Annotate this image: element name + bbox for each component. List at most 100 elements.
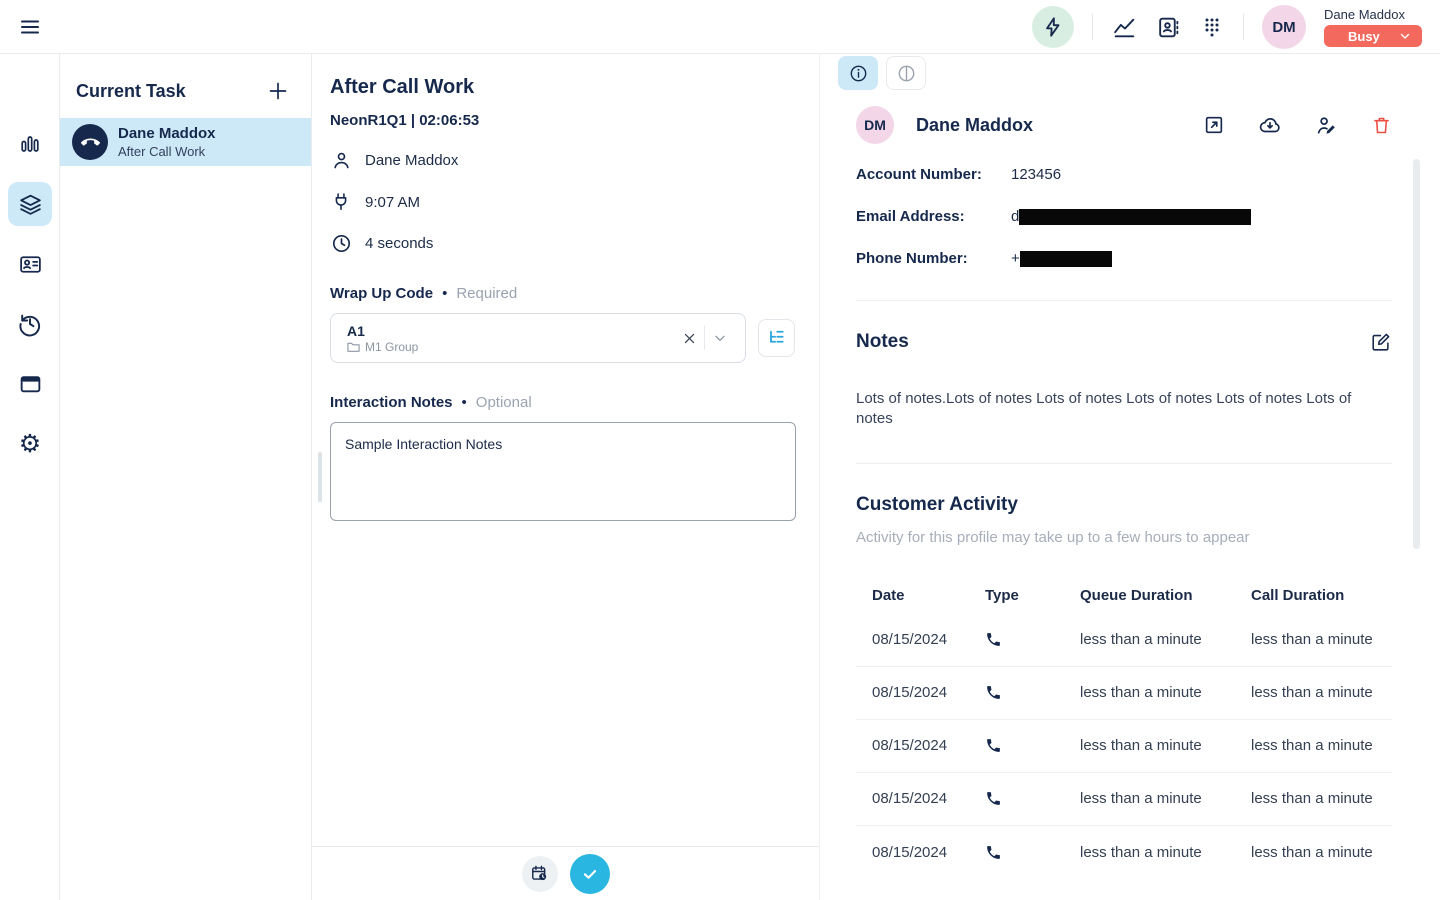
- lightning-bolt-icon: [1042, 16, 1064, 38]
- nav-stats-icon[interactable]: [8, 122, 52, 166]
- open-profile-button[interactable]: [1203, 114, 1225, 136]
- account-number-label: Account Number:: [856, 166, 1011, 183]
- contact-panel-tabs: [820, 54, 1440, 90]
- task-item-texts: Dane Maddox After Call Work: [118, 125, 216, 159]
- nav-queues-icon[interactable]: [8, 182, 52, 226]
- task-detail-panel: After Call Work NeonR1Q1 | 02:06:53 Dane…: [312, 54, 820, 900]
- nav-browser-icon[interactable]: [8, 362, 52, 406]
- column-header-type: Type: [985, 587, 1080, 604]
- cell-queue-duration: less than a minute: [1080, 844, 1251, 861]
- user-avatar[interactable]: DM: [1262, 5, 1306, 49]
- cell-date: 08/15/2024: [872, 790, 985, 807]
- bullet-separator: •: [442, 285, 447, 302]
- edit-contact-button[interactable]: [1315, 114, 1338, 137]
- user-name: Dane Maddox: [1324, 7, 1405, 22]
- email-prefix: d: [1011, 208, 1019, 225]
- status-dropdown[interactable]: Busy: [1324, 25, 1422, 47]
- check-icon: [580, 864, 600, 884]
- cell-queue-duration: less than a minute: [1080, 684, 1251, 701]
- meta-contact-name: Dane Maddox: [365, 152, 458, 169]
- nav-contacts-icon[interactable]: [8, 242, 52, 286]
- nav-settings-icon[interactable]: ⚙: [8, 422, 52, 466]
- current-task-title: Current Task: [76, 81, 186, 102]
- activity-table-row[interactable]: 08/15/2024 less than a minute less than …: [856, 826, 1392, 879]
- calendar-clock-icon: [530, 864, 549, 883]
- edit-pencil-icon: [1370, 331, 1392, 353]
- left-nav-rail: ⚙: [0, 54, 60, 900]
- select-chevron-down-icon[interactable]: [705, 324, 735, 352]
- cell-date: 08/15/2024: [872, 737, 985, 754]
- wrap-up-code-select[interactable]: A1 M1 Group: [330, 313, 746, 363]
- tab-insights[interactable]: [886, 56, 926, 90]
- cell-date: 08/15/2024: [872, 684, 985, 701]
- add-task-button[interactable]: [265, 78, 291, 104]
- wrap-up-group: M1 Group: [365, 340, 418, 354]
- delete-contact-button[interactable]: [1371, 115, 1392, 136]
- notes-title: Notes: [856, 331, 909, 353]
- current-task-header: Current Task: [60, 54, 311, 104]
- tree-list-icon: [766, 328, 786, 348]
- bullet-separator: •: [462, 394, 467, 411]
- notes-section-header: Notes: [820, 301, 1440, 353]
- chevron-down-icon: [1398, 29, 1412, 43]
- left-splitter-handle[interactable]: [318, 452, 322, 502]
- tab-info[interactable]: [838, 56, 878, 90]
- notes-body: Lots of notes.Lots of notes Lots of note…: [820, 353, 1440, 430]
- top-bar: DM Dane Maddox Busy: [0, 0, 1440, 54]
- cell-call-duration: less than a minute: [1251, 844, 1392, 861]
- topbar-actions: DM Dane Maddox Busy: [1032, 0, 1422, 54]
- quick-actions-button[interactable]: [1032, 6, 1074, 48]
- user-block: Dane Maddox Busy: [1324, 7, 1422, 47]
- gear-icon: ⚙: [19, 432, 41, 457]
- cell-date: 08/15/2024: [872, 844, 985, 861]
- required-badge: Required: [456, 285, 517, 302]
- call-end-icon: [72, 124, 108, 160]
- activity-table-row[interactable]: 08/15/2024 less than a minute less than …: [856, 720, 1392, 773]
- account-number-row: Account Number: 123456: [856, 166, 1392, 183]
- download-contact-button[interactable]: [1258, 113, 1282, 137]
- activity-section-header: Customer Activity: [820, 464, 1440, 516]
- activity-table-row[interactable]: 08/15/2024 less than a minute less than …: [856, 614, 1392, 667]
- phone-number-row: Phone Number: +: [856, 250, 1392, 267]
- external-link-icon: [1203, 114, 1225, 136]
- trash-icon: [1371, 115, 1392, 136]
- contact-name: Dane Maddox: [916, 115, 1033, 136]
- dialpad-icon[interactable]: [1199, 14, 1225, 40]
- nav-history-icon[interactable]: [8, 302, 52, 346]
- cell-call-duration: less than a minute: [1251, 790, 1392, 807]
- phone-call-icon: [985, 790, 1080, 807]
- activity-table-row[interactable]: 08/15/2024 less than a minute less than …: [856, 773, 1392, 826]
- edit-notes-button[interactable]: [1370, 331, 1392, 353]
- email-address-row: Email Address: d: [856, 208, 1392, 225]
- person-icon: [330, 150, 352, 171]
- wrap-up-value: A1: [347, 323, 676, 339]
- optional-badge: Optional: [476, 394, 532, 411]
- right-panel-scrollbar[interactable]: [1413, 159, 1420, 549]
- phone-call-icon: [985, 631, 1080, 648]
- interaction-notes-input[interactable]: [330, 422, 796, 521]
- column-header-queue-duration: Queue Duration: [1080, 587, 1251, 604]
- browse-codes-tree-button[interactable]: [758, 319, 795, 357]
- activity-table-row[interactable]: 08/15/2024 less than a minute less than …: [856, 667, 1392, 720]
- contacts-icon[interactable]: [1155, 14, 1181, 40]
- queue-and-timer: NeonR1Q1 | 02:06:53: [330, 112, 795, 129]
- schedule-callback-button[interactable]: [522, 856, 558, 892]
- wrap-up-code-label: Wrap Up Code: [330, 285, 433, 302]
- cloud-download-icon: [1258, 113, 1282, 137]
- customer-activity-title: Customer Activity: [856, 494, 1018, 516]
- complete-task-button[interactable]: [570, 854, 610, 894]
- clear-selection-icon[interactable]: [676, 324, 704, 352]
- task-list-item[interactable]: Dane Maddox After Call Work: [60, 118, 311, 166]
- hamburger-menu-icon[interactable]: [16, 13, 44, 41]
- column-header-date: Date: [872, 587, 985, 604]
- cell-queue-duration: less than a minute: [1080, 790, 1251, 807]
- cell-call-duration: less than a minute: [1251, 737, 1392, 754]
- meta-start-time: 9:07 AM: [365, 194, 420, 211]
- contact-meta-row: Dane Maddox: [330, 150, 795, 171]
- plug-icon: [330, 192, 352, 212]
- interaction-notes-label-row: Interaction Notes • Optional: [330, 394, 795, 411]
- email-address-value: d: [1011, 208, 1251, 225]
- phone-prefix: +: [1011, 250, 1020, 267]
- reports-icon[interactable]: [1111, 14, 1137, 40]
- phone-call-icon: [985, 844, 1080, 861]
